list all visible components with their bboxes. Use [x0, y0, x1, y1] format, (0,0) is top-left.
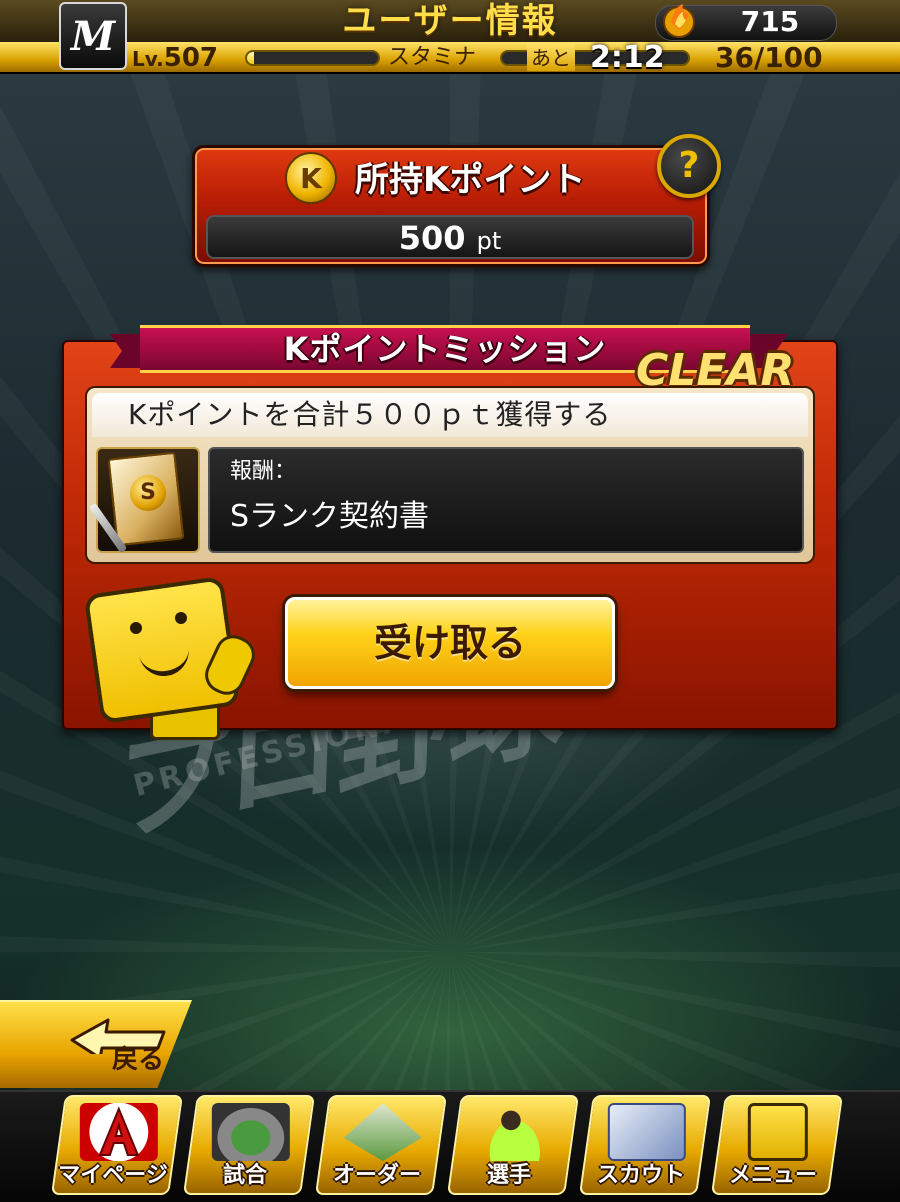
- mypage-icon: [79, 1103, 158, 1161]
- kpoint-coin-icon: K: [285, 152, 337, 204]
- player-icon: [475, 1103, 554, 1161]
- player-level: Lv.507: [132, 43, 219, 73]
- nav-scout-label: スカウト: [597, 1163, 686, 1188]
- stamina-remaining-label: あと: [527, 43, 575, 71]
- scout-icon: [607, 1103, 686, 1161]
- mascot-eye-left: [130, 622, 142, 634]
- nav-menu[interactable]: メニュー: [710, 1095, 844, 1195]
- mypage-a-glyph: [98, 1106, 140, 1156]
- fire-coin-icon: [663, 4, 695, 38]
- coin-value: 715: [740, 5, 800, 38]
- level-prefix: Lv.: [132, 47, 164, 71]
- stamina-label: スタミナ: [388, 45, 477, 70]
- reward-label: 報酬：: [230, 459, 297, 484]
- kpoint-number: 500: [398, 219, 466, 257]
- nav-match-label: 試合: [223, 1163, 268, 1188]
- nav-players-label: 選手: [487, 1163, 532, 1188]
- nav-scout[interactable]: スカウト: [578, 1095, 712, 1195]
- nav-mypage[interactable]: マイページ: [50, 1095, 184, 1195]
- mission-description: Kポイントを合計５００ｐｔ獲得する: [128, 398, 612, 431]
- field-order-icon: [344, 1103, 422, 1161]
- help-button[interactable]: ?: [657, 134, 721, 198]
- team-logo-button[interactable]: M: [59, 2, 127, 70]
- level-value: 507: [163, 43, 219, 73]
- exp-bar-fill: [247, 52, 254, 64]
- menu-mascot-icon: [747, 1103, 808, 1161]
- kpoint-title: 所持Kポイント: [355, 160, 586, 200]
- nav-order-label: オーダー: [333, 1163, 422, 1188]
- stamina-timer: 2:12: [590, 40, 665, 75]
- back-button-label: 戻る: [112, 1045, 165, 1075]
- mascot-eye-right: [175, 612, 187, 624]
- kpoint-unit: pt: [476, 227, 502, 255]
- nav-players[interactable]: 選手: [446, 1095, 580, 1195]
- exp-bar: [245, 50, 380, 66]
- nav-mypage-label: マイページ: [58, 1163, 168, 1188]
- reward-value: Sランク契約書: [230, 499, 430, 534]
- stamina-count: 36/100: [715, 41, 823, 74]
- nav-match[interactable]: 試合: [182, 1095, 316, 1195]
- receive-button[interactable]: [285, 597, 615, 689]
- stadium-icon: [211, 1103, 290, 1161]
- kpoint-value: 500 pt: [206, 215, 694, 259]
- contract-rank-badge: S: [130, 475, 166, 511]
- nav-menu-label: メニュー: [729, 1163, 818, 1188]
- page-title: ユーザー情報: [342, 1, 558, 41]
- nav-order[interactable]: オーダー: [314, 1095, 448, 1195]
